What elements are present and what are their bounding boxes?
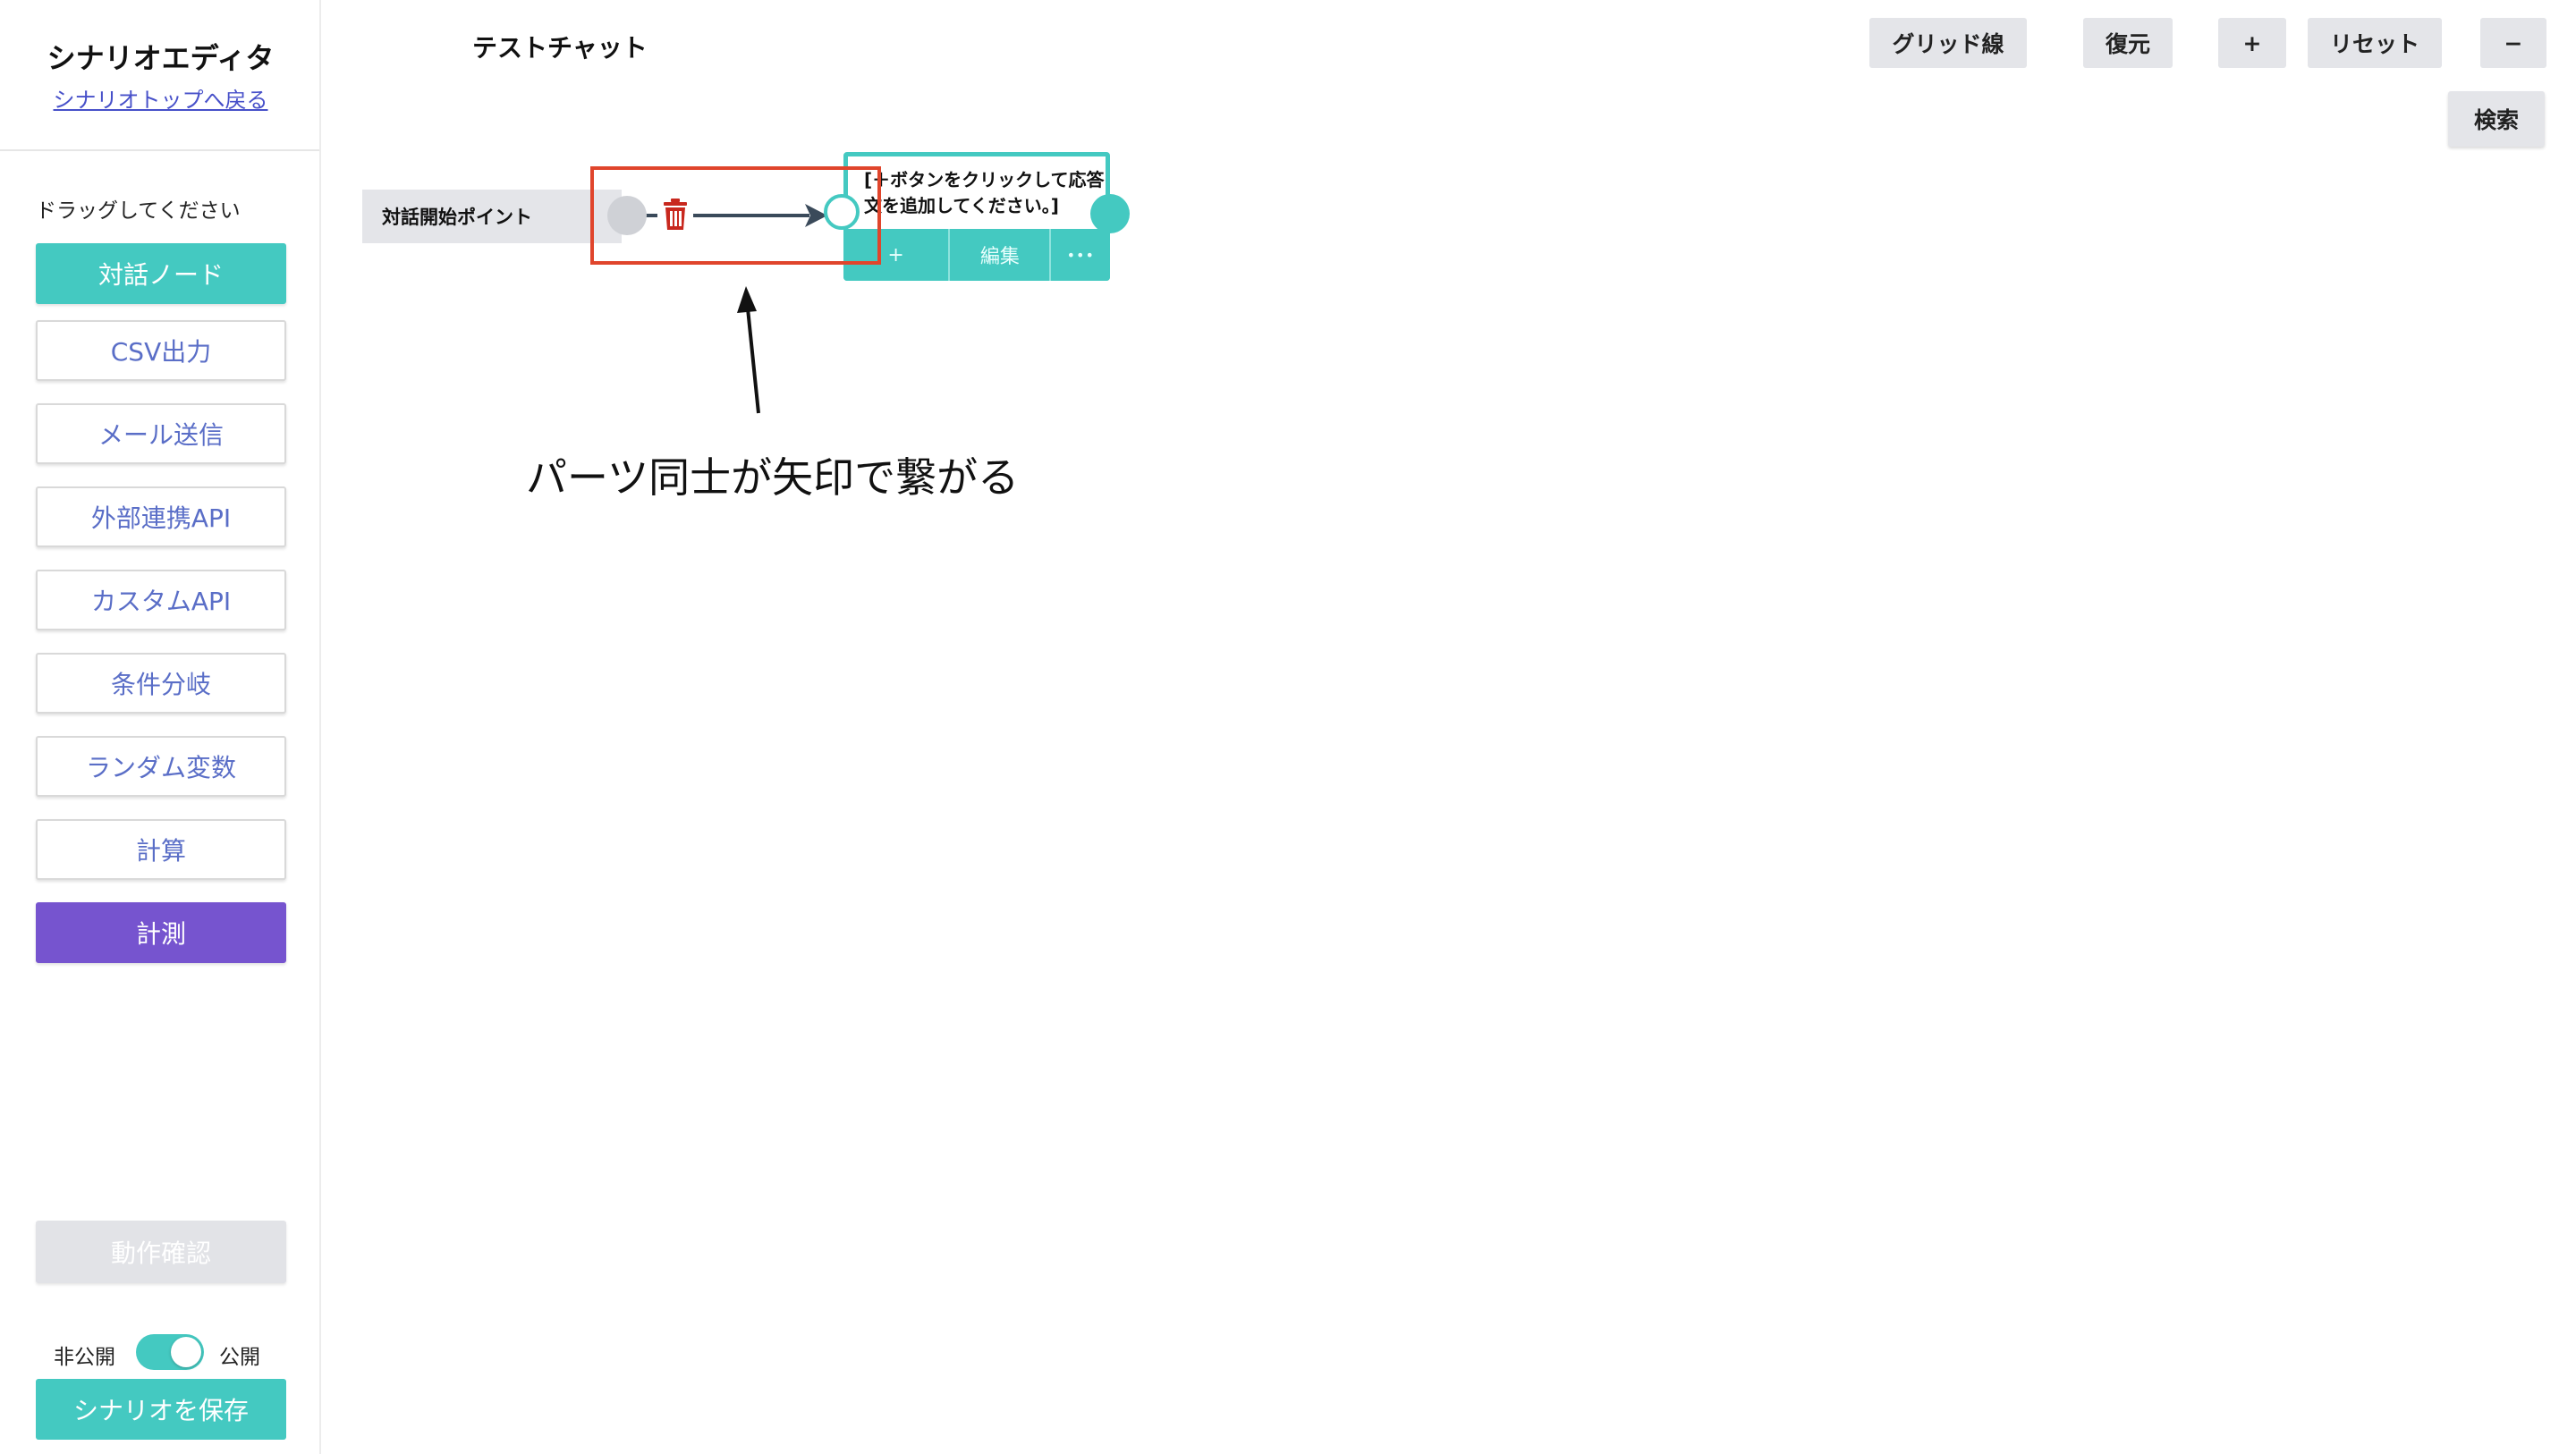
tool-measurement-button[interactable]: 計測 bbox=[36, 902, 286, 963]
annotation-text: パーツ同士が矢印で繋がる bbox=[526, 453, 1020, 502]
drag-hint: ドラッグしてください bbox=[36, 199, 241, 223]
highlight-box bbox=[590, 166, 881, 265]
save-scenario-button[interactable]: シナリオを保存 bbox=[36, 1379, 286, 1440]
tool-dialog-node-button[interactable]: 対話ノード bbox=[36, 243, 286, 304]
zoom-out-button[interactable]: − bbox=[2480, 18, 2546, 68]
dialog-node[interactable]: [＋ボタンをクリックして応答文を追加してください。] + 編集 ••• bbox=[843, 152, 1110, 281]
public-label: 公開 bbox=[219, 1346, 260, 1369]
start-node-label: 対話開始ポイント bbox=[382, 207, 532, 228]
grid-lines-button[interactable]: グリッド線 bbox=[1869, 18, 2027, 68]
scenario-name: テストチャット bbox=[472, 33, 648, 63]
tool-custom-api-button[interactable]: カスタムAPI bbox=[36, 570, 286, 630]
restore-button[interactable]: 復元 bbox=[2083, 18, 2173, 68]
reset-button[interactable]: リセット bbox=[2308, 18, 2442, 68]
tool-random-variable-button[interactable]: ランダム変数 bbox=[36, 736, 286, 797]
dialog-node-action-bar: + 編集 ••• bbox=[843, 229, 1110, 281]
start-node[interactable]: 対話開始ポイント bbox=[362, 190, 622, 243]
zoom-in-button[interactable]: + bbox=[2218, 18, 2286, 68]
toggle-knob bbox=[171, 1337, 201, 1367]
tool-calculation-button[interactable]: 計算 bbox=[36, 819, 286, 880]
search-button[interactable]: 検索 bbox=[2448, 91, 2545, 147]
sidebar: シナリオエディタ シナリオトップへ戻る ドラッグしてください 対話ノード CSV… bbox=[0, 0, 321, 1454]
editor-title: シナリオエディタ bbox=[47, 41, 275, 75]
dialog-more-button[interactable]: ••• bbox=[1049, 229, 1110, 281]
dialog-node-text: [＋ボタンをクリックして応答文を追加してください。] bbox=[864, 169, 1105, 216]
back-to-scenario-top-link[interactable]: シナリオトップへ戻る bbox=[0, 82, 321, 114]
tool-send-mail-button[interactable]: メール送信 bbox=[36, 403, 286, 464]
tool-csv-output-button[interactable]: CSV出力 bbox=[36, 320, 286, 381]
private-label: 非公開 bbox=[54, 1346, 115, 1369]
sidebar-divider bbox=[0, 149, 319, 151]
dialog-edit-button[interactable]: 編集 bbox=[948, 229, 1049, 281]
verify-operation-button[interactable]: 動作確認 bbox=[36, 1221, 286, 1283]
tool-external-api-button[interactable]: 外部連携API bbox=[36, 486, 286, 547]
tool-condition-branch-button[interactable]: 条件分岐 bbox=[36, 653, 286, 714]
dialog-node-output-port[interactable] bbox=[1090, 194, 1130, 233]
visibility-toggle[interactable] bbox=[136, 1334, 204, 1370]
visibility-toggle-row: 非公開 公開 bbox=[0, 1332, 321, 1372]
